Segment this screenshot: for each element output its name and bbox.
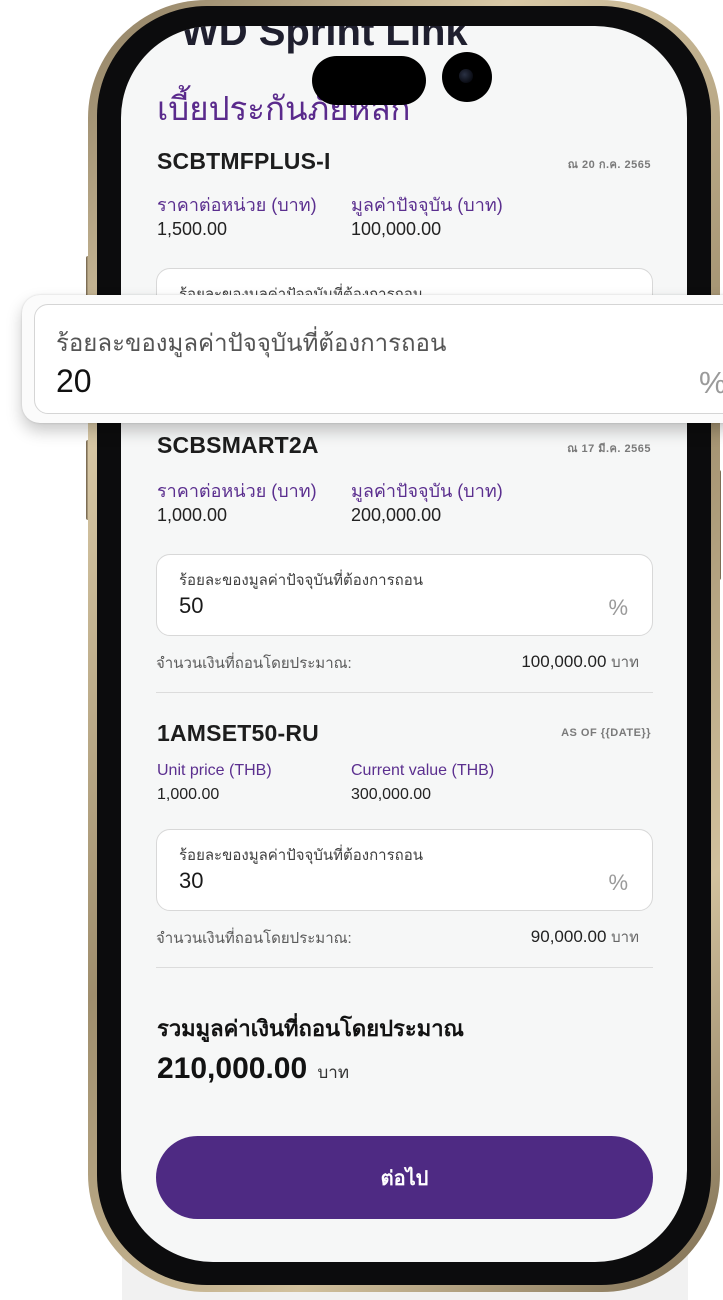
total-amount: 210,000.00 บาท [157, 1052, 350, 1085]
withdraw-percent-input[interactable]: ร้อยละของมูลค่าปัจจุบันที่ต้องการถอน 50 … [156, 554, 653, 636]
fund-date: AS OF {{DATE}} [561, 727, 651, 739]
current-value-value: 300,000.00 [351, 786, 432, 803]
current-value-value: 200,000.00 [351, 505, 442, 525]
dynamic-island [312, 56, 426, 105]
callout-label: ร้อยละของมูลค่าปัจจุบันที่ต้องการถอน [56, 330, 447, 357]
unit-price-label: ราคาต่อหน่วย (บาท) [157, 481, 317, 501]
callout-value: 20 [56, 363, 92, 399]
fund-name: 1AMSET50-RU [157, 720, 319, 746]
fund-name: SCBTMFPLUS-I [157, 148, 331, 174]
unit-price-value: 1,000.00 [157, 786, 220, 803]
camera-icon [442, 52, 492, 102]
withdraw-percent-label: ร้อยละของมูลค่าปัจจุบันที่ต้องการถอน [179, 847, 423, 864]
divider [156, 967, 653, 968]
unit-price-label: ราคาต่อหน่วย (บาท) [157, 195, 317, 215]
app-header: WD Sprint Link [181, 26, 468, 54]
estimated-amount: 90,000.00 บาท [530, 927, 639, 946]
unit-price-value: 1,000.00 [157, 505, 228, 525]
estimated-amount-label: จำนวนเงินที่ถอนโดยประมาณ: [156, 655, 352, 672]
withdraw-percent-input[interactable]: ร้อยละของมูลค่าปัจจุบันที่ต้องการถอน 30 … [156, 829, 653, 911]
withdraw-percent-value: 50 [179, 593, 204, 618]
total-label: รวมมูลค่าเงินที่ถอนโดยประมาณ [157, 1016, 464, 1041]
current-value-label: มูลค่าปัจจุบัน (บาท) [351, 481, 503, 501]
callout-percent-symbol: % [699, 365, 723, 401]
next-button[interactable]: ต่อไป [156, 1136, 653, 1219]
fund-date: ณ 20 ก.ค. 2565 [567, 159, 651, 171]
unit-price-label: Unit price (THB) [157, 762, 272, 779]
percent-symbol: % [608, 870, 628, 895]
callout-percent-input[interactable]: ร้อยละของมูลค่าปัจจุบันที่ต้องการถอน 20 … [34, 304, 723, 414]
phone-screen: WD Sprint Link เบี้ยประกันภัยหลัก SCBTMF… [121, 26, 687, 1262]
current-value-label: Current value (THB) [351, 762, 495, 779]
withdraw-percent-label: ร้อยละของมูลค่าปัจจุบันที่ต้องการถอน [179, 572, 423, 589]
current-value-value: 100,000.00 [351, 219, 442, 239]
percent-symbol: % [608, 595, 628, 620]
estimated-amount: 100,000.00 บาท [521, 652, 639, 671]
fund-date: ณ 17 มี.ค. 2565 [567, 443, 651, 455]
unit-price-value: 1,500.00 [157, 219, 228, 239]
fund-name: SCBSMART2A [157, 432, 319, 458]
divider [156, 692, 653, 693]
estimated-amount-label: จำนวนเงินที่ถอนโดยประมาณ: [156, 930, 352, 947]
current-value-label: มูลค่าปัจจุบัน (บาท) [351, 195, 503, 215]
withdraw-percent-value: 30 [179, 868, 204, 893]
zoom-callout: ร้อยละของมูลค่าปัจจุบันที่ต้องการถอน 20 … [22, 295, 723, 423]
